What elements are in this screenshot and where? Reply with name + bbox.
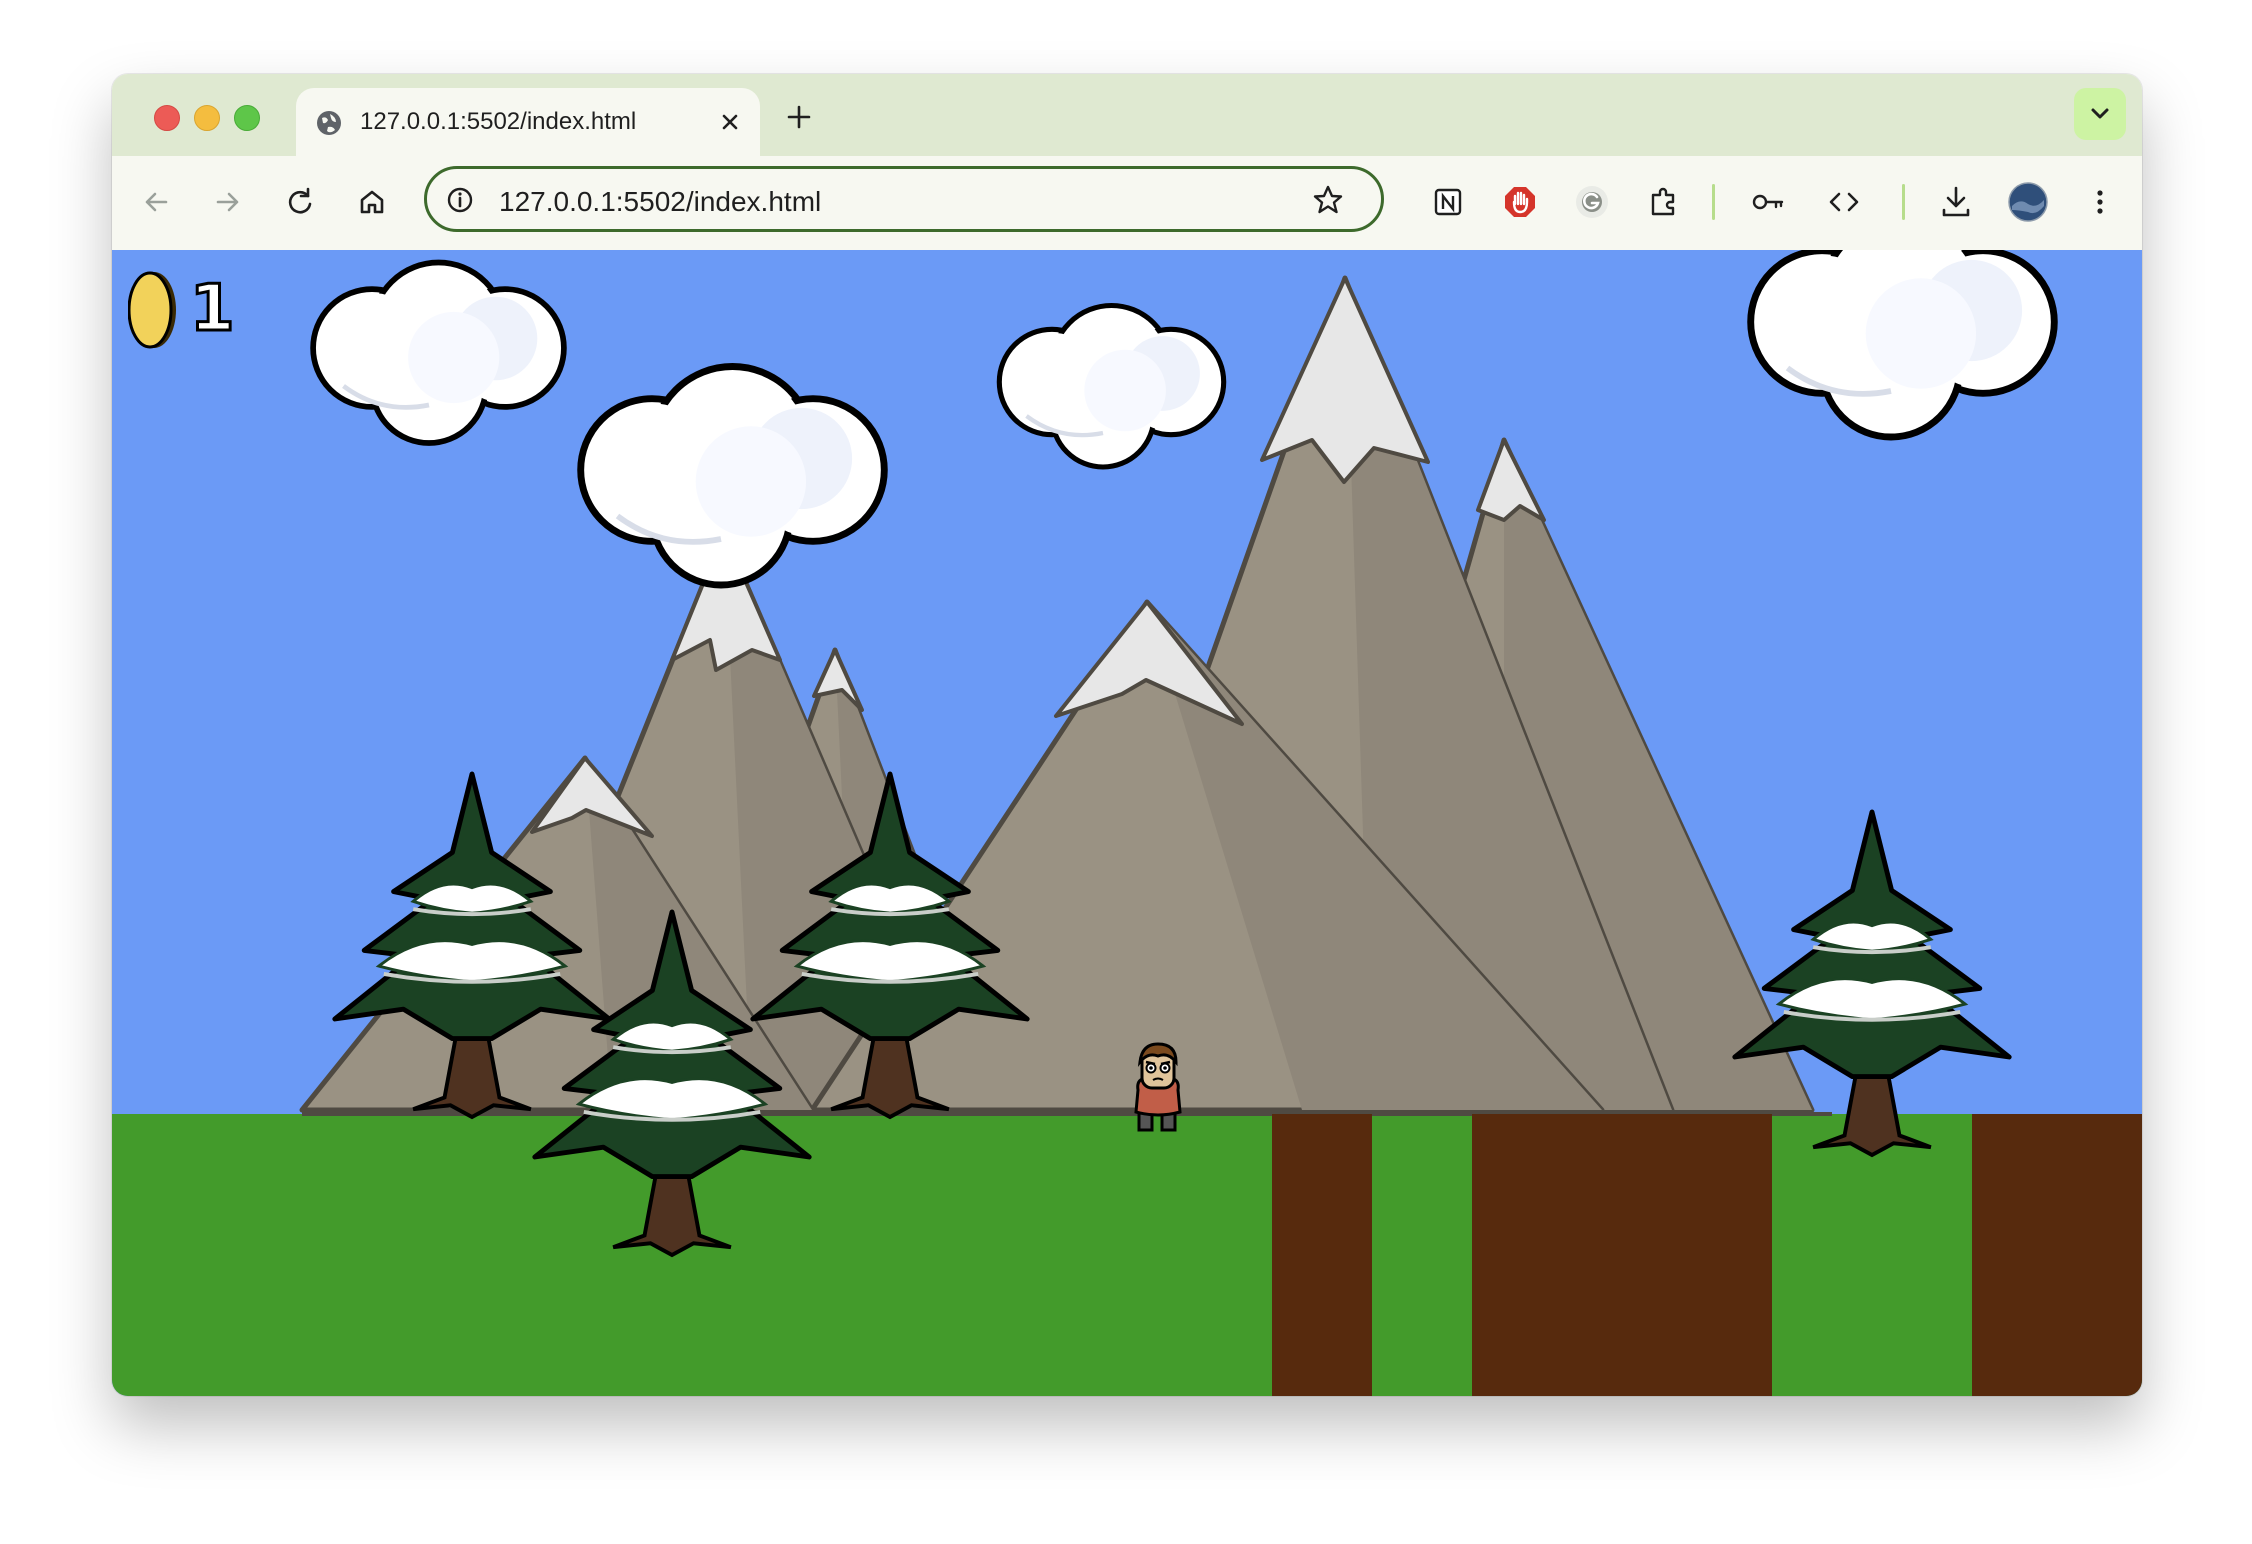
address-bar[interactable]: 127.0.0.1:5502/index.html: [424, 166, 1384, 232]
chevron-down-icon: [2091, 108, 2109, 119]
dirt-pit: [1272, 1114, 1372, 1396]
dirt-pit: [1472, 1114, 1772, 1396]
dirt-pit: [1972, 1114, 2142, 1396]
profile-avatar[interactable]: [2008, 182, 2048, 222]
close-window-button[interactable]: [154, 105, 180, 131]
grass-ground: [112, 1114, 2142, 1396]
back-icon[interactable]: [136, 182, 176, 222]
game-scene: [112, 250, 2142, 1396]
reload-icon[interactable]: [280, 182, 320, 222]
password-key-icon[interactable]: [1748, 182, 1788, 222]
tab-bar: 127.0.0.1:5502/index.html: [112, 74, 2142, 156]
toolbar-divider: [1902, 184, 1905, 220]
coin-count: 1: [189, 271, 237, 348]
adblock-extension-icon[interactable]: [1500, 182, 1540, 222]
new-tab-icon[interactable]: [784, 102, 814, 132]
minimize-window-button[interactable]: [194, 105, 220, 131]
browser-window: 127.0.0.1:5502/index.html 127.0.0.1:5502…: [112, 74, 2142, 1396]
close-tab-icon[interactable]: [716, 108, 744, 136]
extensions-icon[interactable]: [1644, 182, 1684, 222]
maximize-window-button[interactable]: [234, 105, 260, 131]
globe-icon: [317, 111, 341, 135]
toolbar: 127.0.0.1:5502/index.html: [112, 156, 2142, 251]
site-info-icon[interactable]: [445, 185, 475, 215]
download-icon[interactable]: [1936, 182, 1976, 222]
grammarly-extension-icon[interactable]: [1572, 182, 1612, 222]
tab-search-button[interactable]: [2074, 88, 2126, 140]
menu-icon[interactable]: [2080, 182, 2120, 222]
active-tab[interactable]: 127.0.0.1:5502/index.html: [296, 88, 760, 156]
coin-icon: [128, 271, 176, 349]
game-canvas[interactable]: 1: [112, 250, 2142, 1396]
home-icon[interactable]: [352, 182, 392, 222]
bookmark-star-icon[interactable]: [1311, 183, 1345, 217]
forward-icon[interactable]: [208, 182, 248, 222]
toolbar-divider: [1712, 184, 1715, 220]
url-text[interactable]: 127.0.0.1:5502/index.html: [499, 186, 821, 218]
tab-title: 127.0.0.1:5502/index.html: [360, 108, 637, 135]
devtools-code-icon[interactable]: [1824, 182, 1864, 222]
notion-extension-icon[interactable]: [1428, 182, 1468, 222]
